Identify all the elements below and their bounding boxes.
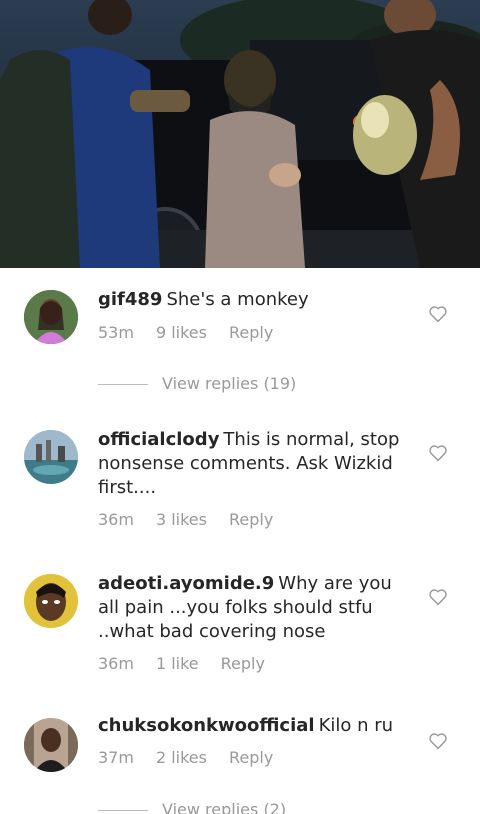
comment-text: chuksokonkwoofficial Kilo n ru — [98, 714, 408, 738]
view-replies-label: View replies (2) — [162, 800, 287, 814]
comment-likes[interactable]: 1 like — [156, 654, 199, 673]
heart-outline-icon[interactable] — [428, 444, 448, 462]
video-frame[interactable] — [0, 0, 480, 268]
comment-text: gif489 She's a monkey — [98, 288, 408, 312]
comment-username[interactable]: officialclody — [98, 429, 219, 450]
comment-username[interactable]: gif489 — [98, 289, 162, 310]
avatar[interactable] — [24, 574, 78, 628]
video-still — [0, 0, 480, 268]
comment-likes[interactable]: 9 likes — [156, 323, 207, 342]
heart-outline-icon[interactable] — [428, 588, 448, 606]
comment-text: adeoti.ayomide.9 Why are you all pain ...… — [98, 572, 408, 644]
avatar[interactable] — [24, 430, 78, 484]
comment-time: 37m — [98, 748, 134, 767]
avatar-image — [24, 574, 78, 628]
view-replies-button[interactable]: View replies (2) — [98, 800, 286, 814]
comment-body: She's a monkey — [166, 289, 309, 310]
divider-line — [98, 384, 148, 385]
divider-line — [98, 810, 148, 811]
reply-button[interactable]: Reply — [229, 510, 273, 529]
reply-button[interactable]: Reply — [221, 654, 265, 673]
view-replies-label: View replies (19) — [162, 374, 297, 393]
comment-likes[interactable]: 3 likes — [156, 510, 207, 529]
view-replies-button[interactable]: View replies (19) — [98, 374, 296, 393]
reply-button[interactable]: Reply — [229, 323, 273, 342]
avatar[interactable] — [24, 290, 78, 344]
comment-time: 36m — [98, 654, 134, 673]
avatar-image — [24, 430, 78, 484]
comment-meta: 53m 9 likes Reply — [98, 323, 295, 342]
comment-body: Kilo n ru — [318, 715, 394, 736]
comment-username[interactable]: adeoti.ayomide.9 — [98, 573, 274, 594]
heart-outline-icon[interactable] — [428, 305, 448, 323]
comments-list: gif489 She's a monkey 53m 9 likes Reply Vie… — [0, 268, 480, 814]
comment-meta: 36m 3 likes Reply — [98, 510, 295, 529]
comment-time: 36m — [98, 510, 134, 529]
comment-likes[interactable]: 2 likes — [156, 748, 207, 767]
reply-button[interactable]: Reply — [229, 748, 273, 767]
comment-username[interactable]: chuksokonkwoofficial — [98, 715, 315, 736]
comment-time: 53m — [98, 323, 134, 342]
heart-outline-icon[interactable] — [428, 732, 448, 750]
comment-meta: 37m 2 likes Reply — [98, 748, 295, 767]
comment-meta: 36m 1 like Reply — [98, 654, 287, 673]
avatar-image — [24, 290, 78, 344]
avatar[interactable] — [24, 718, 78, 772]
comment-text: officialclody This is normal, stop nonsen… — [98, 428, 408, 500]
avatar-image — [24, 718, 78, 772]
